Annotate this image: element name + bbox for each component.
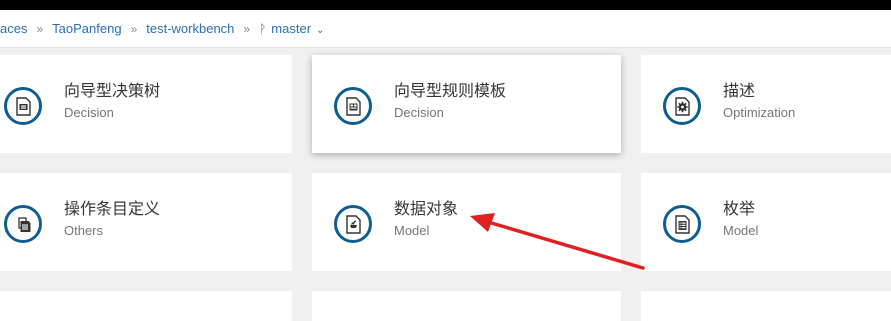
breadcrumb-owner-link[interactable]: TaoPanfeng — [52, 21, 121, 36]
asset-card-guided-rule-template[interactable]: 向导型规则模板 Decision — [312, 55, 621, 153]
asset-card-partial[interactable] — [0, 291, 292, 321]
asset-card-partial[interactable] — [641, 291, 891, 321]
asset-card-enumeration[interactable]: 枚举 Model — [641, 173, 891, 271]
asset-card-data-object[interactable]: 数据对象 Model — [312, 173, 621, 271]
card-category: Decision — [394, 105, 444, 120]
card-title: 数据对象 — [394, 199, 459, 218]
branch-name: master — [271, 21, 312, 36]
card-title: 向导型决策树 — [64, 81, 161, 100]
breadcrumb-separator: » — [243, 21, 251, 36]
card-category: Model — [394, 223, 430, 238]
chevron-down-icon: ⌄ — [316, 25, 325, 36]
asset-card-partial[interactable] — [312, 291, 621, 321]
guided-rule-template-icon — [334, 87, 372, 125]
card-title: 操作条目定义 — [64, 199, 161, 218]
card-category: Optimization — [723, 105, 796, 120]
top-black-bar — [0, 0, 891, 10]
guided-decision-tree-icon — [4, 87, 42, 125]
work-item-definition-icon — [4, 205, 42, 243]
data-object-icon — [334, 205, 372, 243]
asset-card-solver-config[interactable]: 描述 Optimization — [641, 55, 891, 153]
enumeration-icon — [663, 205, 701, 243]
asset-card-guided-decision-tree[interactable]: 向导型决策树 Decision — [0, 55, 292, 153]
card-category: Others — [64, 223, 104, 238]
card-category: Model — [723, 223, 759, 238]
breadcrumb-separator: » — [130, 21, 138, 36]
breadcrumb-separator: » — [36, 21, 44, 36]
breadcrumb: aces » TaoPanfeng » test-workbench » ᚹ ma… — [0, 10, 891, 48]
solver-config-icon — [663, 87, 701, 125]
branch-selector[interactable]: ᚹ master ⌄ — [259, 21, 324, 36]
breadcrumb-spaces-link[interactable]: aces — [0, 21, 27, 36]
card-title: 描述 — [723, 81, 756, 100]
card-title: 向导型规则模板 — [394, 81, 507, 100]
card-category: Decision — [64, 105, 114, 120]
card-title: 枚举 — [723, 199, 756, 218]
breadcrumb-project-link[interactable]: test-workbench — [146, 21, 234, 36]
git-branch-icon: ᚹ — [259, 22, 267, 36]
asset-card-work-item-definition[interactable]: 操作条目定义 Others — [0, 173, 292, 271]
